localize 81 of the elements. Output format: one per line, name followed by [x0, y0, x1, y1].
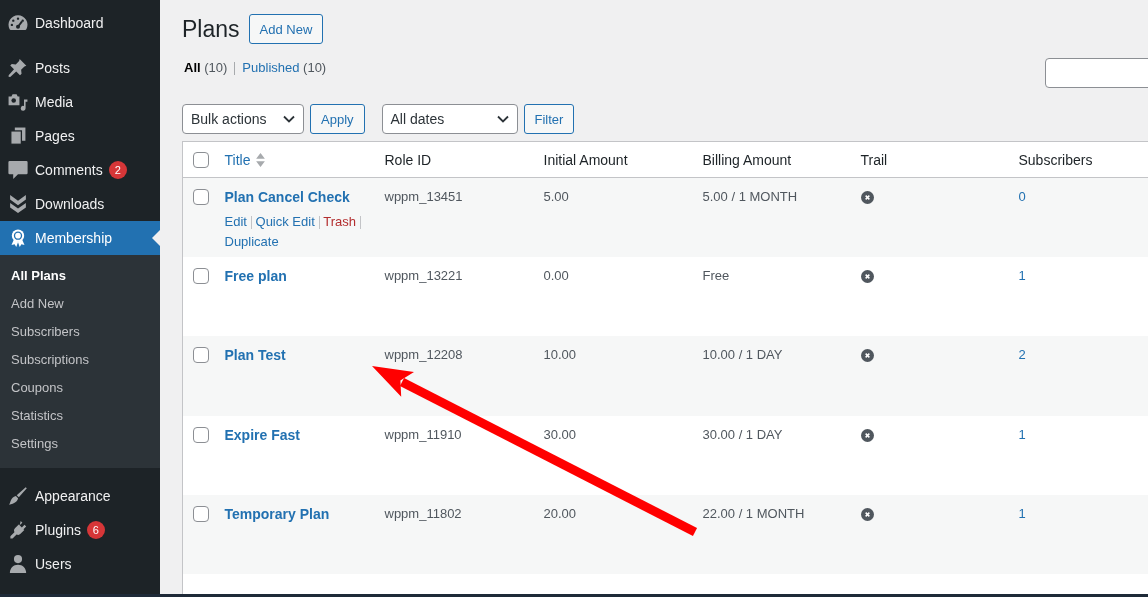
column-header: Subscribers [1010, 141, 1148, 178]
sidebar-item[interactable]: Users [0, 547, 160, 581]
row-action-link[interactable]: Quick Edit [255, 214, 315, 229]
table-cell: 5.00 / 1 MONTH [694, 177, 853, 257]
sort-icon [256, 152, 266, 167]
table-cell: wppm_13221 [376, 256, 536, 337]
sidebar-item[interactable]: Posts [0, 51, 160, 85]
add-new-button[interactable]: Add New [248, 14, 324, 44]
sidebar-item[interactable]: Plugins 6 [0, 513, 160, 547]
plan-title-link[interactable]: Plan Cancel Check [224, 187, 350, 207]
submenu-item[interactable]: Subscribers [0, 318, 160, 346]
table-cell: wppm_11802 [376, 495, 536, 575]
plan-title-link[interactable]: Expire Fast [224, 424, 300, 445]
apply-button[interactable]: Apply [310, 104, 365, 134]
sidebar-item[interactable]: Pages [0, 119, 160, 153]
sidebar-item[interactable]: Media [0, 85, 160, 119]
menu-pointer-icon [152, 230, 160, 246]
user-icon [8, 555, 28, 573]
row-action-link[interactable]: Trash [323, 214, 356, 229]
table-cell: 30.00 / 1 DAY [694, 415, 853, 496]
sidebar-item[interactable]: Membership [0, 221, 160, 255]
count-badge: 6 [86, 521, 105, 539]
pages-icon [8, 127, 28, 145]
row-checkbox[interactable] [193, 426, 209, 443]
table-cell: 5.00 [535, 177, 695, 257]
chevron-down-icon [496, 115, 509, 123]
column-header: Trail [852, 141, 1011, 178]
column-header: Billing Amount [694, 141, 853, 178]
double-chevron-icon [8, 195, 28, 213]
paintbrush-icon [8, 487, 28, 505]
date-filter-select[interactable]: All dates [381, 104, 518, 134]
submenu-item[interactable]: Subscriptions [0, 346, 160, 374]
sidebar-item[interactable]: Downloads [0, 187, 160, 221]
pushpin-icon [8, 59, 28, 77]
row-checkbox[interactable] [193, 506, 209, 523]
chevron-down-icon [283, 115, 295, 123]
submenu-item[interactable]: Coupons [0, 374, 160, 402]
table-cell: wppm_13451 [376, 177, 536, 257]
subscribers-link[interactable]: 2 [1018, 347, 1026, 363]
sidebar-item[interactable]: Dashboard [0, 6, 160, 40]
camera-music-icon [8, 93, 28, 111]
table-cell: 20.00 [535, 495, 695, 575]
plan-title-link[interactable]: Free plan [224, 265, 287, 286]
filter-button[interactable]: Filter [523, 104, 575, 134]
subscribers-link[interactable]: 1 [1018, 426, 1026, 442]
table-cell: 0.00 [535, 256, 695, 337]
table-cell: 10.00 [535, 336, 695, 416]
subscribers-link[interactable]: 0 [1018, 189, 1026, 204]
table-cell: wppm_11910 [376, 415, 536, 496]
plan-title-link[interactable]: Plan Test [224, 345, 286, 366]
page-title: Plans [182, 15, 240, 44]
table-cell: 10.00 / 1 DAY [694, 336, 853, 416]
table-cell: 22.00 / 1 MONTH [694, 495, 853, 575]
speech-bubble-icon [8, 161, 28, 179]
submenu-item[interactable]: All Plans [0, 262, 160, 290]
column-header: Initial Amount [535, 141, 695, 178]
column-header: Role ID [376, 141, 536, 178]
filter-link[interactable]: All (10) [184, 59, 228, 77]
column-header-link[interactable]: Title [224, 151, 266, 168]
submenu-item[interactable]: Statistics [0, 402, 160, 430]
plug-icon [8, 521, 28, 539]
row-checkbox[interactable] [193, 347, 209, 364]
row-checkbox[interactable] [193, 267, 209, 284]
gauge-icon [8, 14, 28, 32]
submenu-item[interactable]: Add New [0, 290, 160, 318]
submenu-item[interactable]: Settings [0, 430, 160, 458]
table-cell: 30.00 [535, 415, 695, 496]
subscribers-link[interactable]: 1 [1018, 267, 1026, 283]
select-all-checkbox[interactable] [193, 151, 209, 168]
bulk-actions-select[interactable]: Bulk actions [182, 104, 304, 134]
row-checkbox[interactable] [193, 189, 209, 205]
table-cell: wppm_12208 [376, 336, 536, 416]
table-cell: Free [694, 256, 853, 337]
count-badge: 2 [108, 161, 127, 179]
plan-title-link[interactable]: Temporary Plan [224, 504, 330, 525]
filter-link[interactable]: Published (10) [242, 59, 327, 77]
row-action-link[interactable]: Edit [224, 214, 247, 229]
sidebar-item[interactable]: Comments 2 [0, 153, 160, 187]
row-action-link[interactable]: Duplicate [224, 234, 279, 249]
sidebar-item[interactable]: Appearance [0, 479, 160, 513]
subscribers-link[interactable]: 1 [1018, 506, 1026, 522]
